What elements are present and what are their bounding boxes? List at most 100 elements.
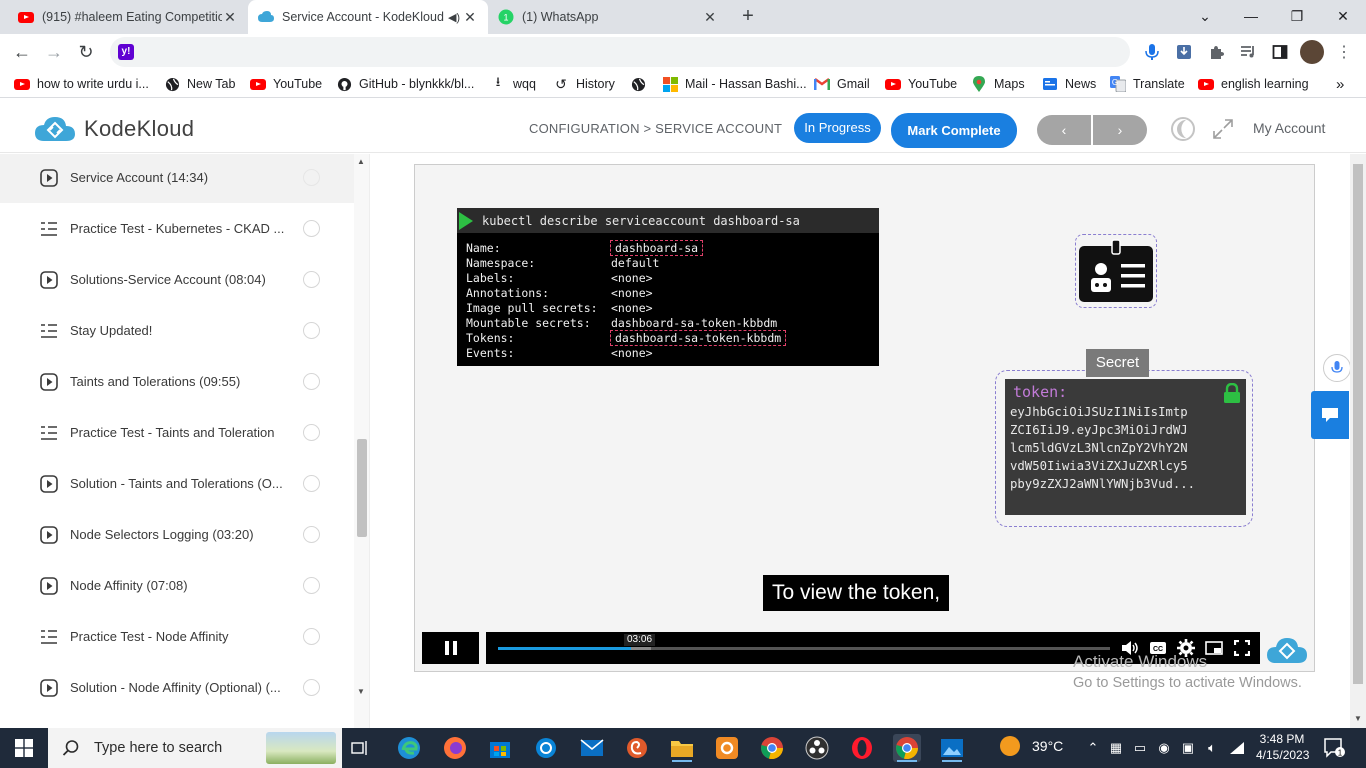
chevron-up-icon[interactable]: ⌃ — [1084, 738, 1102, 758]
close-icon[interactable]: ✕ — [222, 9, 238, 26]
bookmark-item[interactable]: ↺ History — [553, 75, 615, 93]
chevron-down-icon[interactable]: ⌄ — [1182, 0, 1228, 32]
settings-app-icon[interactable] — [713, 734, 741, 762]
side-panel-icon[interactable] — [1270, 42, 1290, 62]
minimize-button[interactable]: — — [1228, 0, 1274, 32]
lesson-item[interactable]: Practice Test - Node Affinity — [0, 611, 354, 662]
address-bar[interactable]: y! — [110, 37, 1130, 67]
video-player[interactable]: kubectl describe serviceaccount dashboar… — [414, 164, 1315, 672]
bookmark-item[interactable]: Mail - Hassan Bashi... — [662, 75, 807, 93]
bookmark-item[interactable]: GitHub - blynkkk/bl... — [336, 75, 474, 93]
bookmarks-overflow-icon[interactable]: » — [1336, 75, 1344, 93]
tab-youtube[interactable]: (915) #haleem Eating Competitio ✕ — [8, 0, 248, 34]
my-account-link[interactable]: My Account — [1253, 120, 1325, 136]
media-queue-icon[interactable] — [1238, 42, 1258, 62]
completion-circle[interactable] — [303, 322, 320, 339]
lesson-item[interactable]: Solution - Taints and Tolerations (O... — [0, 458, 354, 509]
mark-complete-button[interactable]: Mark Complete — [891, 113, 1017, 148]
chrome-active-icon[interactable] — [893, 734, 921, 762]
bookmark-item[interactable]: New Tab — [164, 75, 235, 93]
sidebar-scrollbar[interactable]: ▲ ▼ — [354, 154, 369, 729]
kodekloud-logo[interactable]: KodeKloud — [34, 115, 194, 143]
camera-icon[interactable]: ◉ — [1155, 738, 1173, 758]
scroll-down-arrow-icon[interactable]: ▼ — [357, 687, 365, 696]
fullscreen-icon[interactable] — [1232, 638, 1252, 658]
file-explorer-icon[interactable] — [668, 734, 696, 762]
completion-circle[interactable] — [303, 577, 320, 594]
completion-circle[interactable] — [303, 271, 320, 288]
mail-icon[interactable] — [578, 734, 606, 762]
voice-input-icon[interactable] — [1323, 354, 1351, 382]
photos-icon[interactable] — [938, 734, 966, 762]
progress-bar[interactable]: 03:06 — [498, 634, 1110, 650]
scroll-up-arrow-icon[interactable]: ▲ — [357, 157, 365, 166]
lesson-item[interactable]: Node Affinity (07:08) — [0, 560, 354, 611]
bookmark-item[interactable]: ⭳ wqq — [490, 74, 536, 93]
skype-icon[interactable] — [532, 734, 560, 762]
chrome-icon[interactable] — [758, 734, 786, 762]
firefox-icon[interactable] — [441, 734, 469, 762]
page-scroll-thumb[interactable] — [1353, 164, 1363, 684]
completion-circle[interactable] — [303, 475, 320, 492]
sidebar-scroll-thumb[interactable] — [357, 439, 367, 537]
next-lesson-button[interactable]: › — [1093, 115, 1147, 145]
forward-arrow-icon[interactable]: → — [42, 40, 66, 64]
dark-mode-toggle-icon[interactable] — [1170, 116, 1196, 142]
extensions-puzzle-icon[interactable] — [1206, 42, 1226, 62]
close-icon[interactable]: ✕ — [702, 9, 718, 26]
bookmark-item[interactable]: YouTube — [885, 75, 957, 93]
completion-circle[interactable] — [303, 526, 320, 543]
bookmark-item[interactable]: Maps — [971, 75, 1025, 93]
pause-button[interactable] — [422, 632, 479, 664]
reload-icon[interactable]: ↻ — [74, 40, 98, 64]
obs-recorder-icon[interactable] — [803, 734, 831, 762]
fullscreen-expand-icon[interactable] — [1212, 118, 1234, 140]
bookmark-item[interactable]: G Translate — [1110, 75, 1185, 93]
completion-circle[interactable] — [303, 169, 320, 186]
completion-circle[interactable] — [303, 424, 320, 441]
taskbar-clock[interactable]: 3:48 PM 4/15/2023 — [1256, 731, 1309, 763]
previous-lesson-button[interactable]: ‹ — [1037, 115, 1091, 145]
weather-widget[interactable]: 39°C — [1000, 736, 1063, 756]
speaker-icon[interactable]: ◀) — [446, 11, 462, 24]
completion-circle[interactable] — [303, 679, 320, 696]
bookmark-item[interactable]: english learning — [1198, 75, 1309, 93]
task-view-icon[interactable] — [346, 734, 374, 762]
bookmark-item[interactable]: how to write urdu i... — [14, 75, 149, 93]
microsoft-store-icon[interactable] — [486, 734, 514, 762]
profile-avatar[interactable] — [1300, 40, 1324, 64]
bookmark-item[interactable]: Gmail — [814, 75, 870, 93]
tray-app-icon[interactable]: ▭ — [1131, 738, 1149, 758]
tab-whatsapp[interactable]: 1 (1) WhatsApp ✕ — [488, 0, 728, 34]
bookmark-item[interactable] — [630, 75, 653, 93]
speaker-icon[interactable]: 🔈︎ — [1203, 738, 1221, 758]
completion-circle[interactable] — [303, 220, 320, 237]
lesson-item[interactable]: Practice Test - Kubernetes - CKAD ... — [0, 203, 354, 254]
edge-browser-icon[interactable] — [395, 734, 423, 762]
lesson-item[interactable]: Solution - Node Affinity (Optional) (... — [0, 662, 354, 713]
network-devices-icon[interactable]: ▦ — [1107, 738, 1125, 758]
back-arrow-icon[interactable]: ← — [10, 40, 34, 64]
lesson-item[interactable]: Practice Test - Taints and Toleration — [0, 407, 354, 458]
bookmark-item[interactable]: YouTube — [250, 75, 322, 93]
lesson-item[interactable]: Solutions-Service Account (08:04) — [0, 254, 354, 305]
menu-kebab-icon[interactable]: ⋮ — [1334, 42, 1354, 62]
close-icon[interactable]: ✕ — [462, 9, 478, 26]
status-badge[interactable]: In Progress — [794, 113, 881, 143]
notification-center-icon[interactable]: 1 — [1324, 738, 1346, 758]
taskbar-search-box[interactable]: Type here to search — [48, 728, 342, 768]
chat-support-button[interactable] — [1311, 391, 1349, 439]
completion-circle[interactable] — [303, 373, 320, 390]
scroll-down-arrow-icon[interactable]: ▼ — [1354, 714, 1362, 723]
microphone-icon[interactable] — [1142, 42, 1162, 62]
page-scrollbar[interactable]: ▼ — [1350, 154, 1366, 729]
lesson-item[interactable]: Taints and Tolerations (09:55) — [0, 356, 354, 407]
bookmark-item[interactable]: News — [1042, 75, 1096, 93]
lesson-item[interactable]: Stay Updated! — [0, 305, 354, 356]
restore-button[interactable]: ❐ — [1274, 0, 1320, 32]
window-close-button[interactable]: ✕ — [1320, 0, 1366, 32]
display-icon[interactable]: ▣ — [1179, 738, 1197, 758]
app-spiral-icon[interactable] — [623, 734, 651, 762]
lesson-item[interactable]: Service Account (14:34) — [0, 154, 354, 203]
lesson-item[interactable]: Node Selectors Logging (03:20) — [0, 509, 354, 560]
